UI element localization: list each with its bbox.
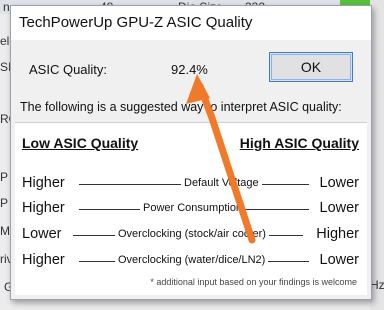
interpretation-row: Higher Power Consumption Lower <box>15 198 367 220</box>
asic-quality-label: ASIC Quality: <box>29 62 108 77</box>
low-asic-header: Low ASIC Quality <box>22 135 139 151</box>
dialog-title: TechPowerUp GPU-Z ASIC Quality <box>19 14 253 31</box>
row-label: Overclocking (stock/air cooler) <box>115 228 269 240</box>
row-left-value: Higher <box>22 252 65 268</box>
asic-quality-dialog: TechPowerUp GPU-Z ASIC Quality ASIC Qual… <box>10 5 372 300</box>
bg-left-letter: P <box>0 196 9 210</box>
row-right-value: Lower <box>319 175 360 191</box>
dialog-titlebar[interactable]: TechPowerUp GPU-Z ASIC Quality <box>11 6 371 40</box>
ok-button[interactable]: OK <box>269 52 353 82</box>
bg-left-letter: P <box>0 170 9 184</box>
gpuz-right-strip <box>370 0 384 310</box>
asic-quality-value: 92.4% <box>171 62 208 77</box>
high-asic-header: High ASIC Quality <box>239 135 359 151</box>
footnote: * additional input based on your finding… <box>150 277 357 287</box>
interpretation-row: Lower Overclocking (stock/air cooler) Hi… <box>15 224 367 246</box>
row-left-value: Lower <box>22 226 62 242</box>
row-right-value: Lower <box>319 252 360 268</box>
interpretation-row: Higher Default Voltage Lower <box>15 173 367 195</box>
row-label: Default Voltage <box>181 177 262 189</box>
row-left-value: Higher <box>22 175 65 191</box>
suggestion-text: The following is a suggested way to inte… <box>20 100 342 114</box>
row-left-value: Higher <box>22 200 65 216</box>
row-label: Overclocking (water/dice/LN2) <box>115 254 269 266</box>
bg-top-left: n <box>3 0 10 14</box>
row-label: Power Consumption <box>140 202 246 214</box>
row-right-value: Higher <box>316 226 359 242</box>
interpretation-row: Higher Overclocking (water/dice/LN2) Low… <box>15 250 367 272</box>
interpretation-panel: Low ASIC Quality High ASIC Quality Highe… <box>15 122 367 295</box>
bg-bottom-right: Hz <box>370 278 384 292</box>
row-right-value: Lower <box>319 200 360 216</box>
